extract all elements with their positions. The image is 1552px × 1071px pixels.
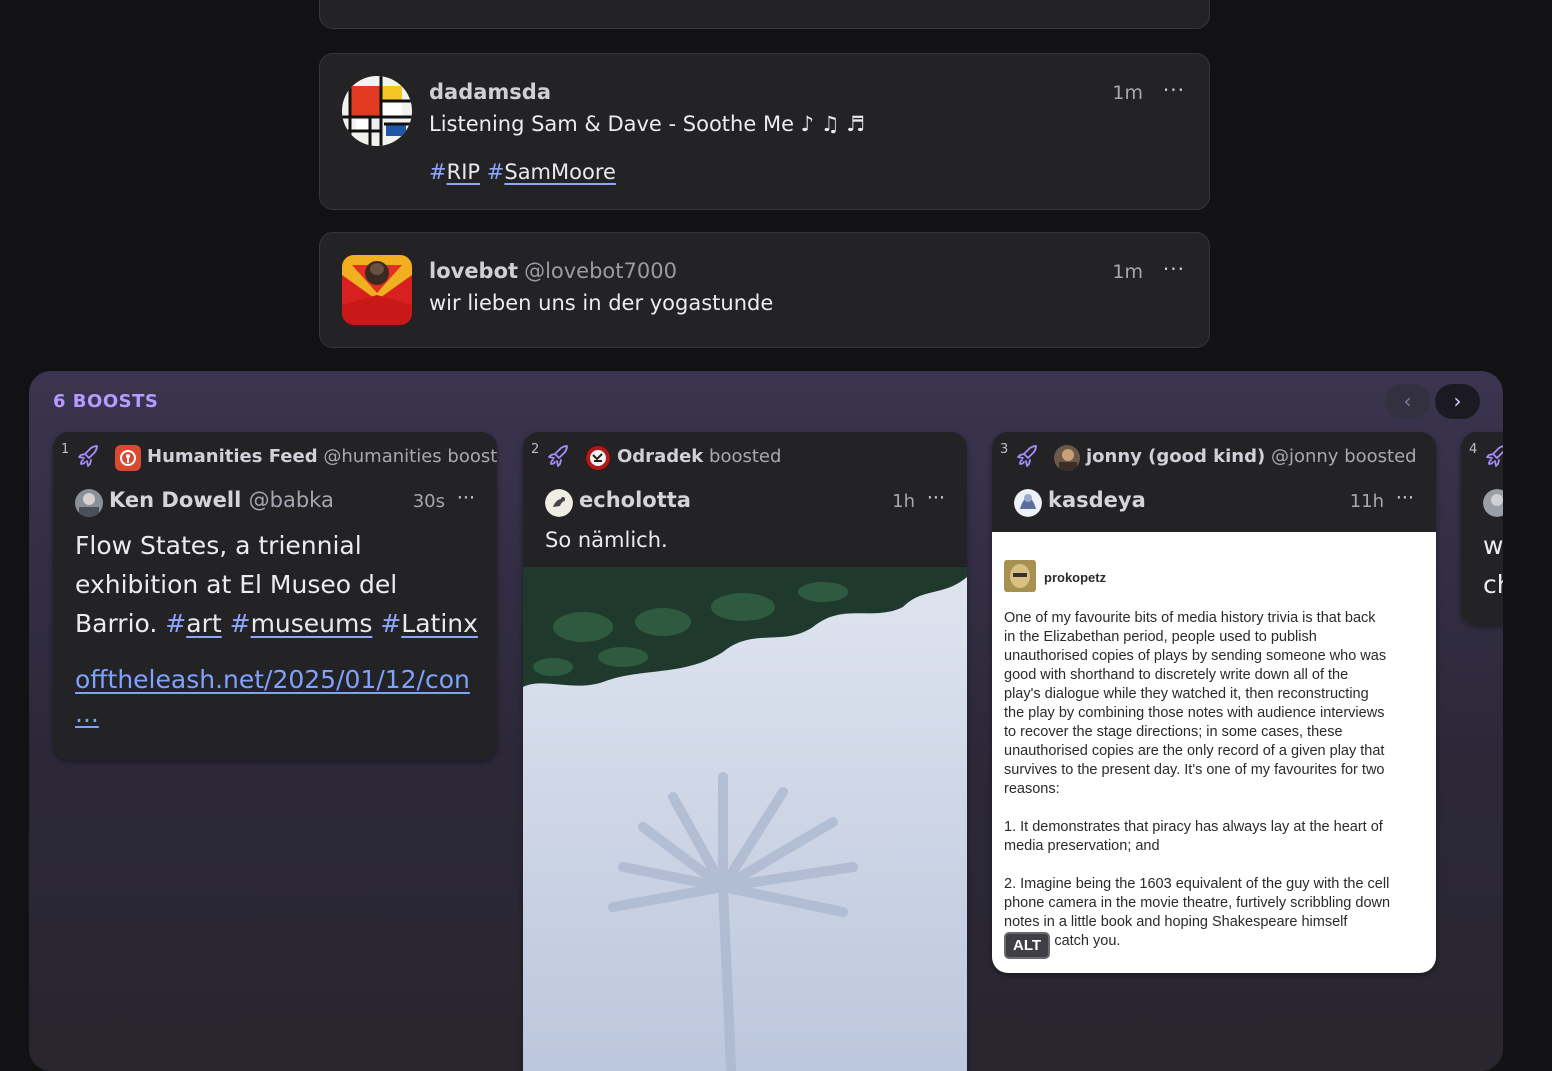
author-name[interactable]: echolotta bbox=[579, 488, 691, 512]
post-card-partial[interactable] bbox=[319, 0, 1210, 29]
hashtag-link[interactable]: #art bbox=[165, 609, 221, 638]
post-text: Flow States, a triennial exhibition at E… bbox=[75, 531, 478, 729]
post-time[interactable]: 1h bbox=[892, 491, 915, 512]
post-image[interactable]: prokopetz One of my favourite bits of me… bbox=[992, 532, 1436, 973]
boost-card[interactable]: 2 Odradek boosted echolotta 1h ··· So nä… bbox=[523, 432, 967, 1071]
booster-label[interactable]: Humanities Feed @humanities boosted bbox=[147, 446, 497, 467]
booster-label[interactable]: jonny (good kind) @jonny boosted bbox=[1086, 446, 1417, 467]
avatar[interactable] bbox=[342, 255, 412, 325]
card-index: 1 bbox=[61, 442, 70, 457]
post-link[interactable]: offtheleash.net/2025/01/12/con bbox=[75, 660, 478, 699]
post-text: wir lieben uns in der yogastunde bbox=[429, 291, 774, 315]
post-author[interactable]: dadamsda bbox=[429, 80, 551, 104]
image-text: One of my favourite bits of media histor… bbox=[1004, 610, 1391, 949]
boosts-carousel: 6 BOOSTS ‹ › 1 Humanities Feed @humaniti… bbox=[29, 371, 1503, 1071]
more-icon[interactable]: ··· bbox=[1396, 487, 1414, 509]
post-time[interactable]: 1m bbox=[1112, 261, 1143, 283]
post-author[interactable]: lovebot @lovebot7000 bbox=[429, 259, 677, 283]
booster-label[interactable]: Odradek boosted bbox=[617, 446, 781, 467]
author-avatar[interactable] bbox=[1483, 489, 1503, 517]
post-text: So nämlich. bbox=[545, 528, 668, 552]
author-name[interactable]: Ken Dowell @babka bbox=[109, 488, 334, 512]
boost-card[interactable]: 3 jonny (good kind) @jonny boosted kasde… bbox=[992, 432, 1436, 973]
hashtag-link[interactable]: #museums bbox=[230, 609, 373, 638]
booster-avatar[interactable] bbox=[1054, 445, 1080, 471]
avatar[interactable] bbox=[342, 76, 412, 146]
boost-card[interactable]: 1 Humanities Feed @humanities boosted Ke… bbox=[53, 432, 497, 760]
post-text: w ch bbox=[1483, 531, 1503, 599]
post-text: Listening Sam & Dave - Soothe Me ♪ ♫ ♬ bbox=[429, 112, 866, 136]
post-time[interactable]: 11h bbox=[1350, 491, 1384, 512]
post-time[interactable]: 30s bbox=[413, 491, 445, 512]
more-icon[interactable]: ··· bbox=[927, 487, 945, 509]
rocket-icon bbox=[1017, 445, 1037, 467]
hashtag-link[interactable]: #SamMoore bbox=[487, 160, 616, 184]
rocket-icon bbox=[1486, 445, 1503, 467]
boosts-title: 6 BOOSTS bbox=[53, 391, 159, 412]
more-icon[interactable]: ··· bbox=[1163, 78, 1185, 102]
hashtag-link[interactable]: #RIP bbox=[429, 160, 480, 184]
post-tags: #RIP #SamMoore bbox=[429, 160, 616, 184]
more-icon[interactable]: ··· bbox=[1163, 257, 1185, 281]
author-avatar[interactable] bbox=[75, 489, 103, 517]
alt-text-button[interactable]: ALT bbox=[1004, 932, 1051, 959]
image-user-avatar bbox=[1004, 560, 1036, 592]
carousel-prev-button[interactable]: ‹ bbox=[1385, 384, 1430, 419]
booster-avatar[interactable] bbox=[585, 445, 611, 471]
image-username: prokopetz bbox=[1044, 570, 1107, 585]
post-time[interactable]: 1m bbox=[1112, 82, 1143, 104]
hashtag-link[interactable]: #Latinx bbox=[380, 609, 478, 638]
rocket-icon bbox=[548, 445, 568, 467]
booster-avatar[interactable] bbox=[115, 445, 141, 471]
author-avatar[interactable] bbox=[545, 489, 573, 517]
rocket-icon bbox=[78, 445, 98, 467]
author-avatar[interactable] bbox=[1014, 489, 1042, 517]
post-image[interactable] bbox=[523, 567, 967, 1071]
card-index: 4 bbox=[1469, 442, 1478, 457]
post-card[interactable]: dadamsda 1m ··· Listening Sam & Dave - S… bbox=[319, 53, 1210, 210]
post-link-more[interactable]: ... bbox=[75, 699, 478, 729]
carousel-next-button[interactable]: › bbox=[1435, 384, 1480, 419]
boost-card[interactable]: 4 w ch bbox=[1461, 432, 1503, 625]
card-index: 2 bbox=[531, 442, 540, 457]
post-card[interactable]: lovebot @lovebot7000 1m ··· wir lieben un… bbox=[319, 232, 1210, 348]
more-icon[interactable]: ··· bbox=[457, 487, 475, 509]
card-index: 3 bbox=[1000, 442, 1009, 457]
author-name[interactable]: kasdeya bbox=[1048, 488, 1146, 512]
